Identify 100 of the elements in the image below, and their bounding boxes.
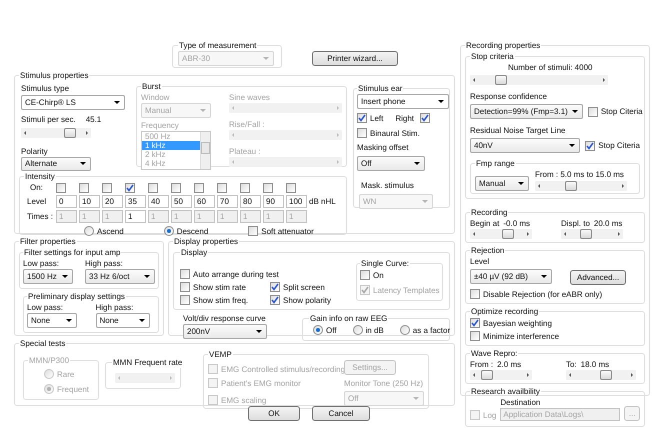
slider[interactable] xyxy=(470,370,532,380)
dropdown[interactable]: Manual xyxy=(475,176,529,191)
level-field[interactable]: 80 xyxy=(240,195,261,208)
checkbox-label: Right xyxy=(395,112,414,124)
checkbox-label: Soft attenuator xyxy=(261,226,314,236)
slider-thumb[interactable] xyxy=(502,229,514,239)
checkbox[interactable] xyxy=(79,182,89,192)
level-field[interactable]: 40 xyxy=(148,195,169,208)
slider[interactable] xyxy=(535,181,627,191)
dropdown[interactable]: 1500 Hz xyxy=(23,269,73,284)
level-field[interactable]: 35 xyxy=(125,195,146,208)
slider-thumb[interactable] xyxy=(64,128,76,138)
radio-label: Off xyxy=(326,324,337,336)
field-label: Begin at xyxy=(470,218,500,229)
slider-thumb[interactable] xyxy=(481,370,493,380)
dialog-button[interactable]: OK xyxy=(248,406,300,421)
checkbox[interactable] xyxy=(357,128,367,138)
level-field[interactable]: 20 xyxy=(102,195,123,208)
radio-button[interactable] xyxy=(313,325,323,335)
checkbox[interactable] xyxy=(270,295,280,305)
level-field[interactable]: 10 xyxy=(79,195,100,208)
checkbox[interactable] xyxy=(360,270,370,280)
unit-label: dB nHL xyxy=(309,196,337,207)
checkbox-label: Stop Citeria xyxy=(600,106,643,117)
checkbox[interactable] xyxy=(56,182,66,192)
field-label: Destination xyxy=(500,397,542,408)
checkbox[interactable] xyxy=(217,182,227,192)
slider-thumb[interactable] xyxy=(580,229,592,239)
field-label: Polarity xyxy=(21,146,49,157)
slider-thumb[interactable] xyxy=(600,370,612,380)
slider[interactable] xyxy=(470,229,532,239)
value-label: 45.1 xyxy=(86,114,102,126)
checkbox[interactable] xyxy=(194,182,204,192)
radio-button[interactable] xyxy=(84,226,94,236)
checkbox[interactable] xyxy=(180,295,190,305)
checkbox[interactable] xyxy=(470,318,480,328)
group-title: Stimulus ear xyxy=(357,83,404,94)
dropdown[interactable]: None xyxy=(96,313,150,328)
checkbox[interactable] xyxy=(263,182,273,192)
checkbox[interactable] xyxy=(171,182,181,192)
times-field[interactable]: 1 xyxy=(125,210,146,223)
group-title: Burst xyxy=(141,81,162,92)
dropdown[interactable]: 33 Hz 6/oct xyxy=(85,269,155,284)
level-field[interactable]: 100 xyxy=(286,195,307,208)
radio-button[interactable] xyxy=(164,226,174,236)
level-field[interactable]: 0 xyxy=(56,195,77,208)
group-title: Recording properties xyxy=(465,40,542,51)
slider[interactable] xyxy=(21,128,91,138)
checkbox[interactable] xyxy=(125,182,135,192)
slider[interactable] xyxy=(566,370,636,380)
checkbox[interactable] xyxy=(240,182,250,192)
level-field[interactable]: 70 xyxy=(217,195,238,208)
checkbox-label: Log xyxy=(483,410,496,420)
checkbox[interactable] xyxy=(248,226,258,236)
group-title: Filter settings for input amp xyxy=(23,247,122,258)
field-label: Sine waves xyxy=(229,92,271,103)
value-label: From : 5.0 ms to 15.0 ms xyxy=(535,169,625,180)
checkbox[interactable] xyxy=(470,289,480,299)
field-label: Residual Noise Target Line xyxy=(470,125,566,136)
slider-thumb[interactable] xyxy=(495,75,508,85)
checkbox[interactable] xyxy=(286,182,296,192)
checkbox[interactable] xyxy=(270,282,280,292)
checkbox[interactable] xyxy=(470,331,480,341)
field-label: Frequency xyxy=(141,120,180,131)
dialog-button[interactable]: Cancel xyxy=(312,406,370,421)
checkbox[interactable] xyxy=(180,282,190,292)
level-field[interactable]: 50 xyxy=(171,195,192,208)
checkbox-label: Binaural Stim. xyxy=(370,128,420,138)
dropdown[interactable]: 200nV xyxy=(183,324,267,339)
level-field[interactable]: 90 xyxy=(263,195,284,208)
dropdown[interactable]: Off xyxy=(357,156,425,171)
advanced-button[interactable]: Advanced... xyxy=(570,270,626,285)
value-label: -0.0 ms xyxy=(503,218,530,229)
checkbox[interactable] xyxy=(585,140,596,150)
printer-wizard-button[interactable]: Printer wizard... xyxy=(312,51,398,66)
radio-button[interactable] xyxy=(400,325,410,335)
checkbox[interactable] xyxy=(588,106,598,116)
slider-thumb[interactable] xyxy=(565,181,578,191)
group-title: Gain info on raw EEG xyxy=(309,313,388,324)
group-title: Fmp range xyxy=(475,158,516,169)
dropdown[interactable]: Detection=99% (Fmp=3.1) xyxy=(470,104,583,119)
dropdown[interactable]: 40nV xyxy=(470,138,580,153)
group-title: MMN/P300 xyxy=(28,355,70,366)
slider[interactable] xyxy=(470,75,608,85)
dropdown[interactable]: ±40 µV (92 dB) xyxy=(470,269,552,284)
radio-button[interactable] xyxy=(352,325,363,335)
checkbox[interactable] xyxy=(357,113,367,123)
dropdown[interactable]: CE-Chirp® LS xyxy=(21,95,125,110)
group-title: Single Curve: xyxy=(360,258,410,269)
checkbox-label: EMG scaling xyxy=(221,394,266,406)
level-field[interactable]: 60 xyxy=(194,195,215,208)
dropdown[interactable]: Insert phone xyxy=(357,94,449,109)
dropdown[interactable]: None xyxy=(27,313,77,328)
checkbox[interactable] xyxy=(148,182,158,192)
dropdown[interactable]: Alternate xyxy=(21,156,91,171)
checkbox[interactable] xyxy=(180,269,190,279)
checkbox[interactable] xyxy=(420,113,430,123)
field-label: Displ. to xyxy=(561,218,590,229)
slider[interactable] xyxy=(561,229,623,239)
checkbox[interactable] xyxy=(102,182,112,192)
